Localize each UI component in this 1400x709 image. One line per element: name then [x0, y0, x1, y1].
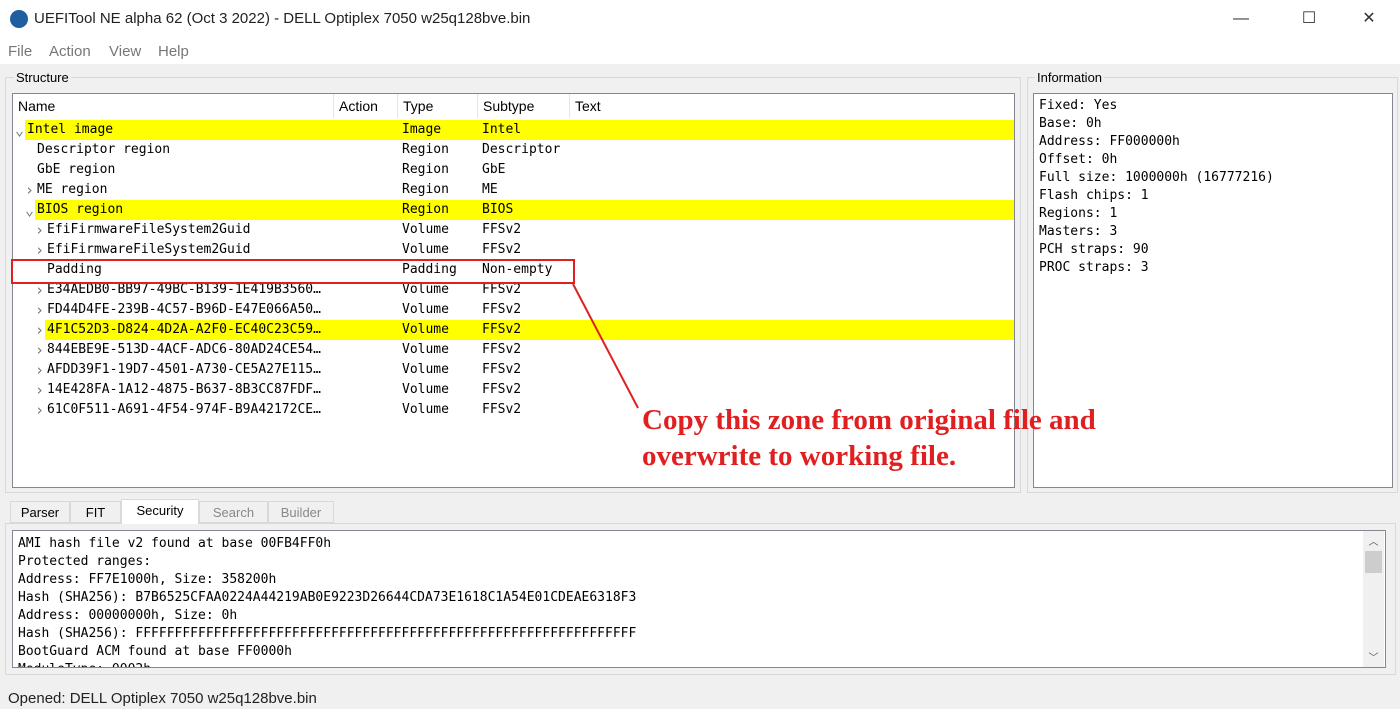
annotation-line1: Copy this zone from original file and	[642, 404, 1096, 436]
annotation-line2: overwrite to working file.	[642, 440, 957, 472]
annotation-text: Copy this zone from original file and ov…	[642, 402, 1096, 474]
annotation-arrow	[572, 283, 639, 409]
